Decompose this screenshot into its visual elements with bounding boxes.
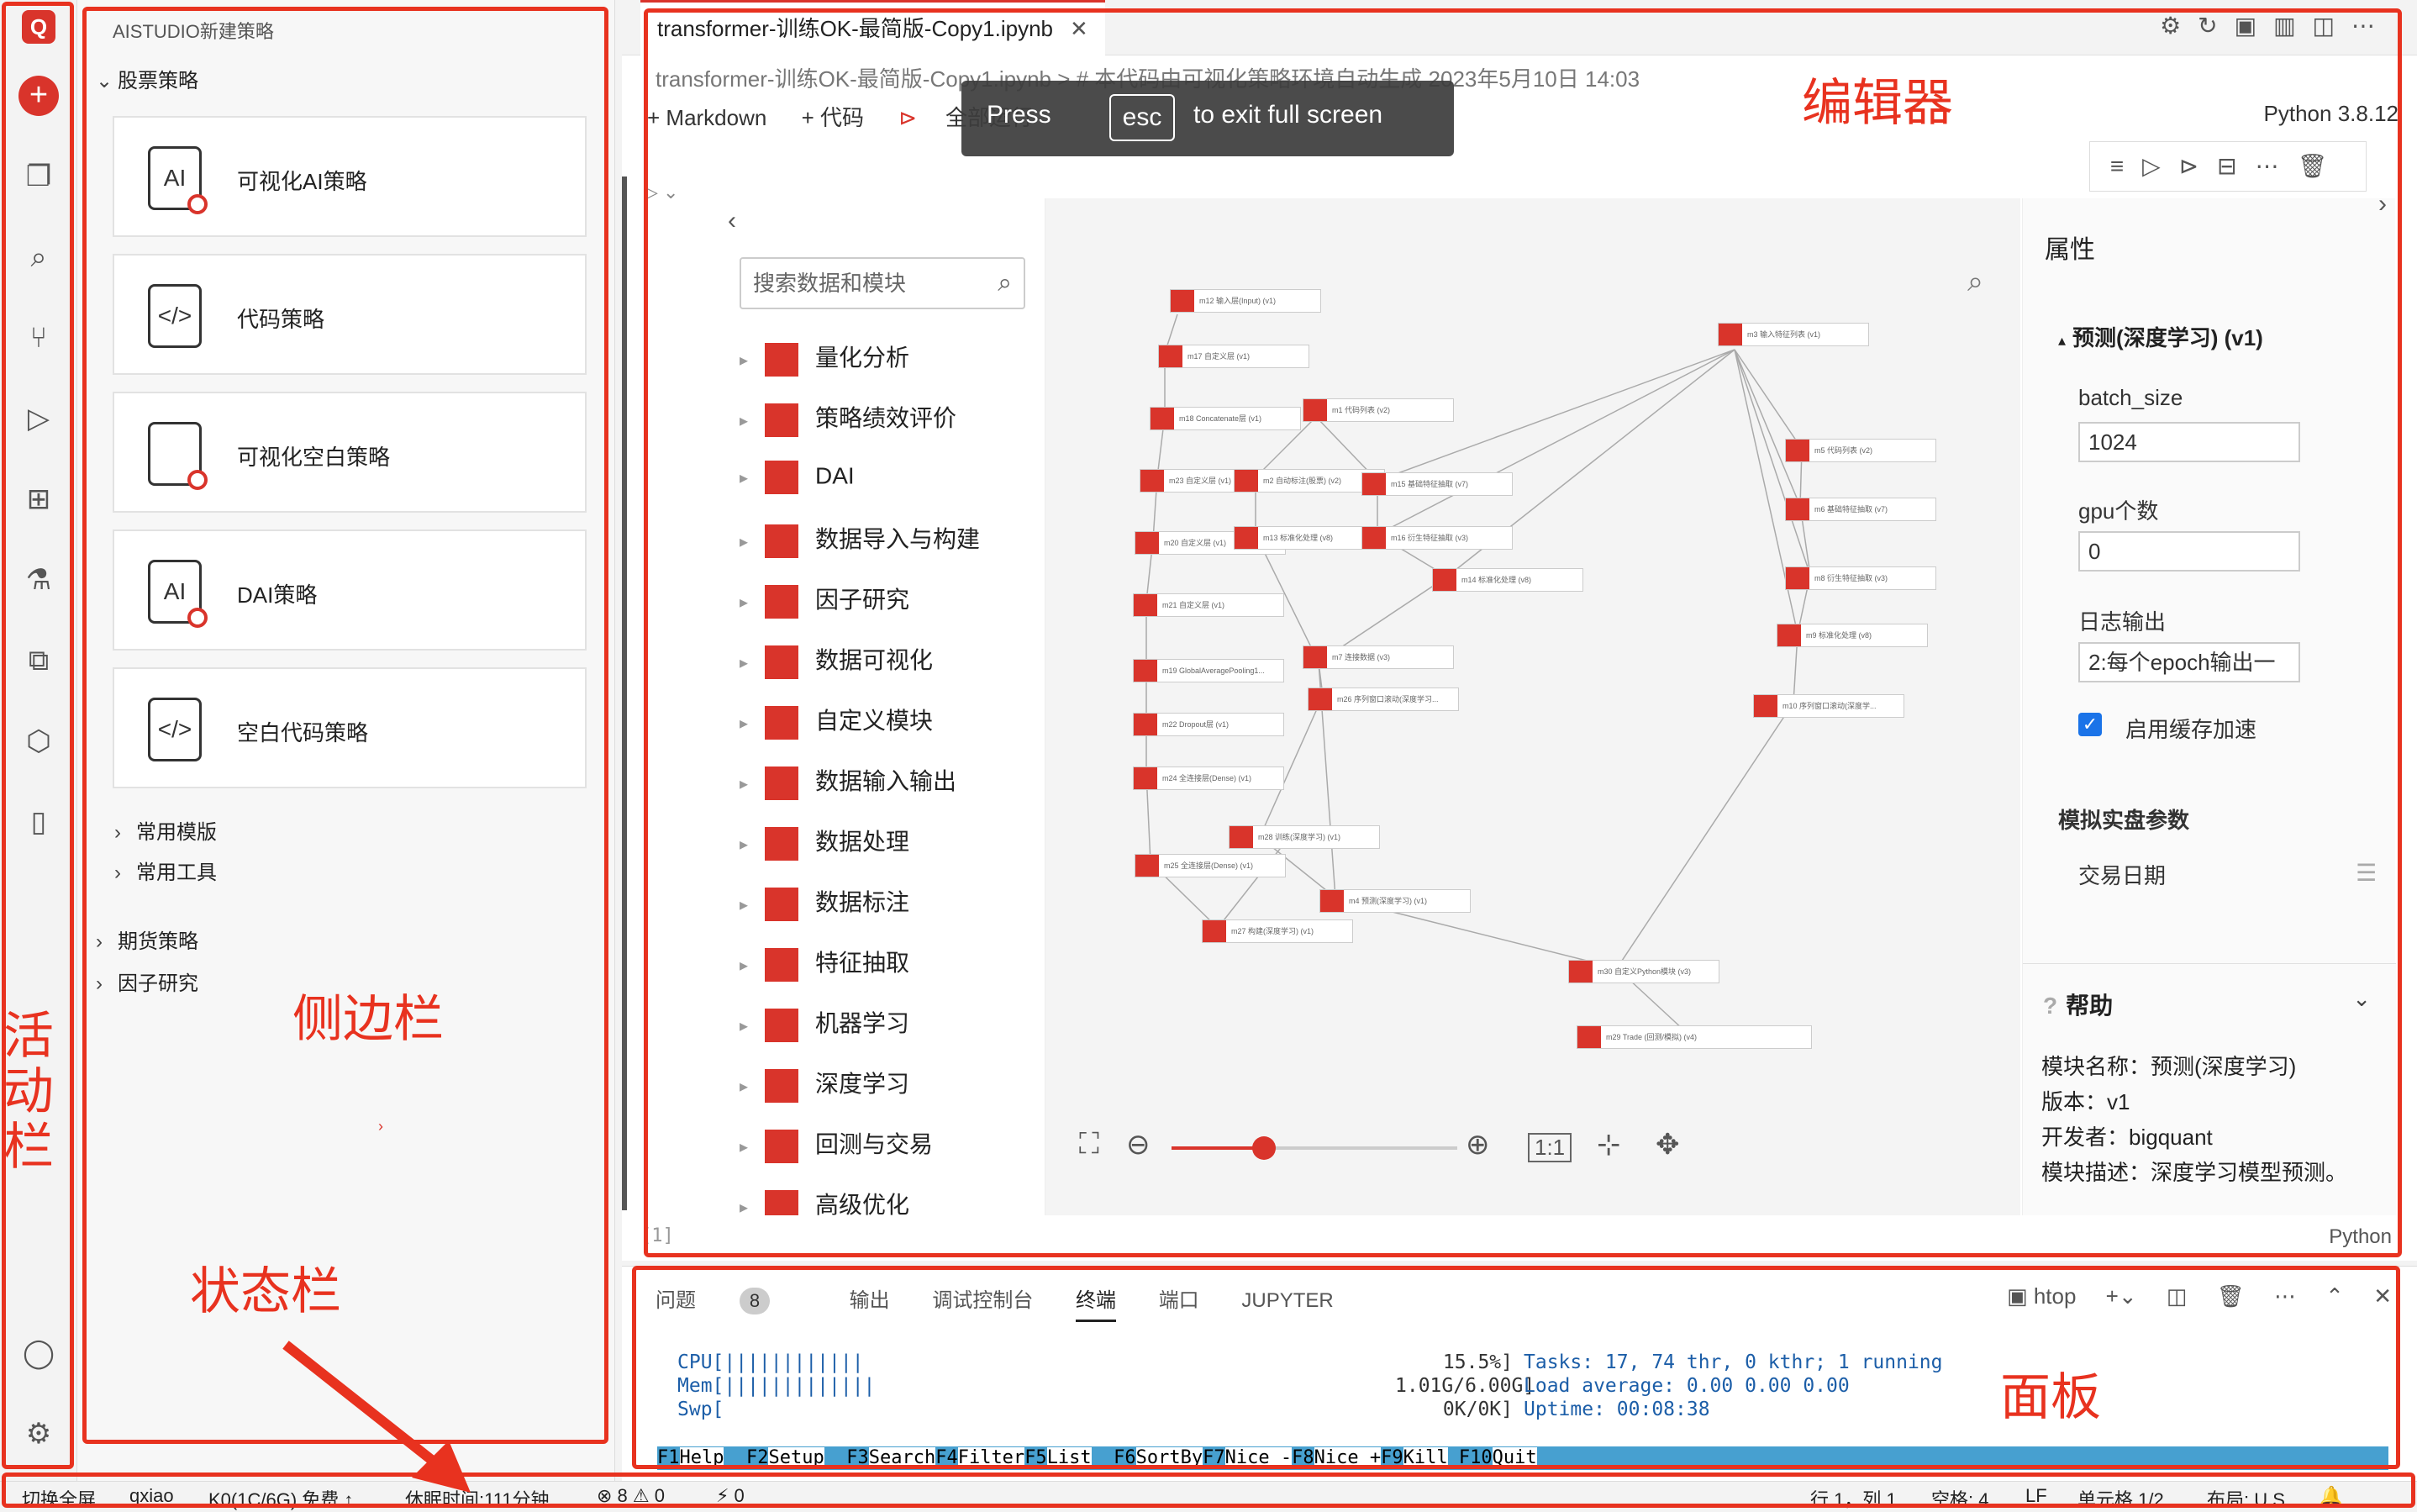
annotation-panel-label: 面板 <box>2000 1369 2101 1425</box>
annotation-arrow <box>282 1341 471 1493</box>
annotation-panel-box <box>632 1266 2400 1469</box>
annotation-statusbar-label: 状态栏 <box>190 1263 341 1320</box>
window: Q + ❐ ⌕ ⑂ ▷ ⊞ ⚗ ⧉ ⬡ ▯ ◯ ⚙ AISTUDIO新建策略 ⌄… <box>0 0 2417 1510</box>
annotation-activity-bar-box <box>2 2 74 1469</box>
annotation-activity-bar-label: 活动栏 <box>3 1008 54 1175</box>
annotation-sidebar-label: 侧边栏 <box>292 991 444 1047</box>
cell-focus-bar <box>622 176 627 1210</box>
annotation-sidebar-box <box>82 7 608 1444</box>
annotation-editor-label: 编辑器 <box>1802 75 1953 131</box>
annotation-editor-box <box>644 8 2402 1257</box>
